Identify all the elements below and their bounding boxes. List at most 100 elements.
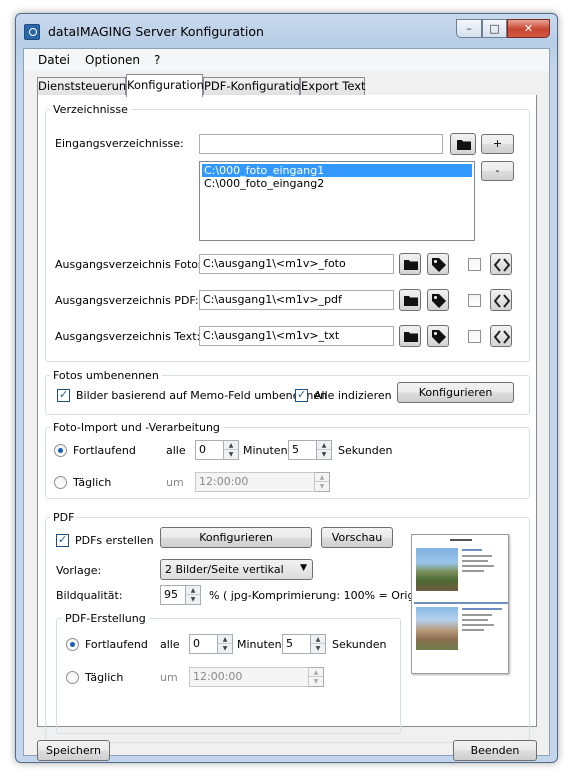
quality-input[interactable]: 95 <box>160 585 186 605</box>
window-title: dataIMAGING Server Konfiguration <box>48 24 264 39</box>
fotos-dir-input[interactable]: C:\ausgang1\<m1v>_foto <box>199 254 394 274</box>
end-button[interactable]: Beenden <box>453 740 537 761</box>
pdf-taeglich-radio[interactable] <box>66 671 79 684</box>
tab-konfiguration[interactable]: Konfiguration <box>126 74 204 97</box>
pdf-preview-button[interactable]: Vorschau <box>321 527 393 548</box>
pdf-time-spinner[interactable]: ▲ ▼ <box>309 667 324 687</box>
pdf-erstellen-checkbox[interactable] <box>56 533 69 547</box>
list-item[interactable]: C:\000_foto_eingang2 <box>202 177 472 190</box>
pdf-fortlaufend-radio[interactable] <box>66 638 79 651</box>
import-time-input[interactable]: 12:00:00 <box>195 472 315 492</box>
placeholder-text-button[interactable] <box>427 325 449 347</box>
spin-down-icon[interactable]: ▼ <box>315 482 329 491</box>
import-sekunden-spinner[interactable]: ▲ ▼ <box>317 440 332 460</box>
list-item[interactable]: C:\000_foto_eingang1 <box>202 164 472 177</box>
spin-up-icon[interactable]: ▲ <box>315 473 329 482</box>
tab-export-text[interactable]: Export Text <box>300 77 366 96</box>
tab-pdf-konfiguration[interactable]: PDF-Konfiguration <box>203 77 307 96</box>
browse-text-button[interactable] <box>399 325 421 347</box>
text-option-checkbox[interactable] <box>468 330 481 343</box>
code-fotos-button[interactable] <box>490 253 512 275</box>
spin-up-icon[interactable]: ▲ <box>311 635 325 644</box>
title-bar[interactable]: dataIMAGING Server Konfiguration – □ ✕ <box>16 14 557 50</box>
browse-fotos-button[interactable] <box>399 253 421 275</box>
spin-up-icon[interactable]: ▲ <box>224 441 238 450</box>
preview-text-line <box>462 629 484 631</box>
pdf-configure-button[interactable]: Konfigurieren <box>160 527 312 548</box>
import-taeglich-radio[interactable] <box>54 476 67 489</box>
preview-text-line <box>462 624 494 626</box>
spin-up-icon[interactable]: ▲ <box>218 635 232 644</box>
eingang-input[interactable] <box>199 134 443 154</box>
eingang-list[interactable]: C:\000_foto_eingang1 C:\000_foto_eingang… <box>199 161 475 241</box>
tag-icon <box>432 330 446 344</box>
dropdown-arrow-icon: ▼ <box>300 563 307 573</box>
verzeichnisse-legend: Verzeichnisse <box>50 103 131 116</box>
pdf-preview-thumbnail <box>411 534 509 674</box>
placeholder-fotos-button[interactable] <box>427 253 449 275</box>
menu-optionen[interactable]: Optionen <box>85 53 140 67</box>
spin-up-icon[interactable]: ▲ <box>186 586 200 595</box>
code-icon <box>494 258 510 272</box>
text-dir-input[interactable]: C:\ausgang1\<m1v>_txt <box>199 326 394 346</box>
konfiguration-panel: Verzeichnisse Eingangsverzeichnisse: + -… <box>37 95 537 743</box>
pdf-erstellung-legend: PDF-Erstellung <box>62 612 149 625</box>
spin-up-icon[interactable]: ▲ <box>317 441 331 450</box>
preview-text-line <box>462 619 488 621</box>
pdf-minuten-input[interactable]: 0 <box>189 634 218 654</box>
memo-rename-checkbox[interactable] <box>57 388 70 402</box>
pdf-option-checkbox[interactable] <box>468 294 481 307</box>
app-window: dataIMAGING Server Konfiguration – □ ✕ D… <box>15 13 558 763</box>
alle-indizieren-checkbox[interactable] <box>295 388 308 402</box>
spin-down-icon[interactable]: ▼ <box>218 644 232 653</box>
code-text-button[interactable] <box>490 325 512 347</box>
pdf-dir-input[interactable]: C:\ausgang1\<m1v>_pdf <box>199 290 394 310</box>
spin-down-icon[interactable]: ▼ <box>309 677 323 686</box>
tag-icon <box>432 294 446 308</box>
import-fortlaufend-radio[interactable] <box>54 444 67 457</box>
pdf-taeglich-label: Täglich <box>85 671 124 684</box>
browse-pdf-button[interactable] <box>399 289 421 311</box>
placeholder-pdf-button[interactable] <box>427 289 449 311</box>
menu-datei[interactable]: Datei <box>38 53 70 67</box>
tab-dienststeuerung[interactable]: Dienststeuerung <box>37 77 133 96</box>
maximize-button[interactable]: □ <box>482 19 507 38</box>
pdf-um-label: um <box>160 671 178 684</box>
vorlage-select[interactable]: 2 Bilder/Seite vertikal ▼ <box>160 559 313 580</box>
browse-eingang-button[interactable] <box>450 133 476 155</box>
quality-spinner[interactable]: ▲ ▼ <box>186 585 201 605</box>
spin-down-icon[interactable]: ▼ <box>317 450 331 459</box>
preview-text-line <box>462 608 502 610</box>
preview-text-line <box>462 614 492 616</box>
pdf-sekunden-input[interactable]: 5 <box>282 634 311 654</box>
folder-icon <box>457 140 471 150</box>
import-sekunden-input[interactable]: 5 <box>288 440 317 460</box>
save-button[interactable]: Speichern <box>37 740 110 761</box>
import-minuten-spinner[interactable]: ▲ ▼ <box>224 440 239 460</box>
pdf-alle-label: alle <box>160 638 180 651</box>
fotos-option-checkbox[interactable] <box>468 258 481 271</box>
spin-down-icon[interactable]: ▼ <box>311 644 325 653</box>
import-fortlaufend-label: Fortlaufend <box>73 444 136 457</box>
spin-down-icon[interactable]: ▼ <box>186 595 200 604</box>
pdf-legend: PDF <box>50 511 78 524</box>
minimize-button[interactable]: – <box>456 19 482 38</box>
import-time-spinner[interactable]: ▲ ▼ <box>315 472 330 492</box>
pdf-fortlaufend-label: Fortlaufend <box>85 638 148 651</box>
code-pdf-button[interactable] <box>490 289 512 311</box>
pdf-minuten-spinner[interactable]: ▲ ▼ <box>218 634 233 654</box>
menu-help[interactable]: ? <box>154 53 160 67</box>
pdf-sekunden-spinner[interactable]: ▲ ▼ <box>311 634 326 654</box>
import-minuten-input[interactable]: 0 <box>195 440 224 460</box>
vorlage-value: 2 Bilder/Seite vertikal <box>165 563 284 576</box>
remove-directory-button[interactable]: - <box>481 161 514 181</box>
rename-configure-button[interactable]: Konfigurieren <box>397 382 514 403</box>
spin-down-icon[interactable]: ▼ <box>224 450 238 459</box>
memo-rename-label: Bilder basierend auf Memo-Feld umbenenne… <box>76 389 328 402</box>
spin-up-icon[interactable]: ▲ <box>309 668 323 677</box>
preview-image <box>416 548 458 591</box>
pdf-time-input[interactable]: 12:00:00 <box>189 667 309 687</box>
add-directory-button[interactable]: + <box>481 134 514 154</box>
close-button[interactable]: ✕ <box>507 19 550 38</box>
preview-divider <box>414 602 508 604</box>
